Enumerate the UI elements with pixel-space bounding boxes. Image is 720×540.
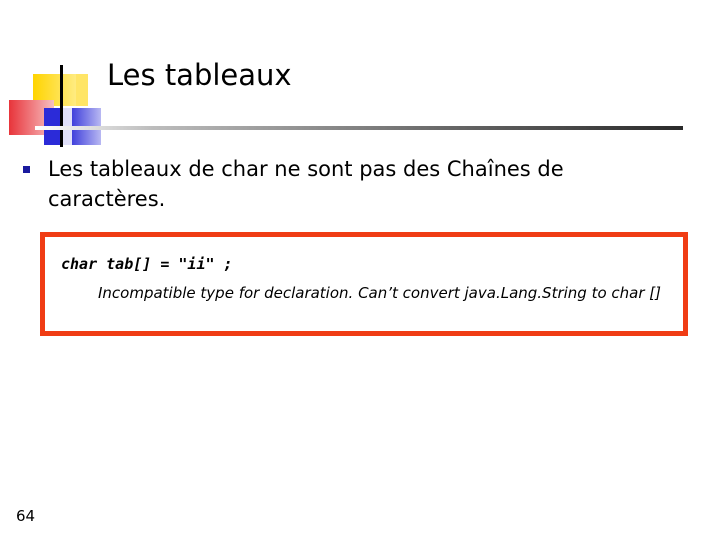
code-statement: char tab[] = "ii" ; bbox=[61, 255, 233, 273]
page-number: 64 bbox=[16, 507, 36, 525]
slide-title: Les tableaux bbox=[107, 58, 292, 92]
bullet-square-icon bbox=[23, 166, 30, 173]
code-example-box: char tab[] = "ii" ; Incompatible type fo… bbox=[40, 232, 688, 336]
bullet-text: Les tableaux de char ne sont pas des Cha… bbox=[48, 157, 564, 211]
title-underline bbox=[35, 126, 683, 130]
logo-yellow-square-edge bbox=[76, 74, 88, 106]
compiler-error-message: Incompatible type for declaration. Can’t… bbox=[98, 284, 661, 302]
logo-vertical-line bbox=[60, 65, 63, 147]
